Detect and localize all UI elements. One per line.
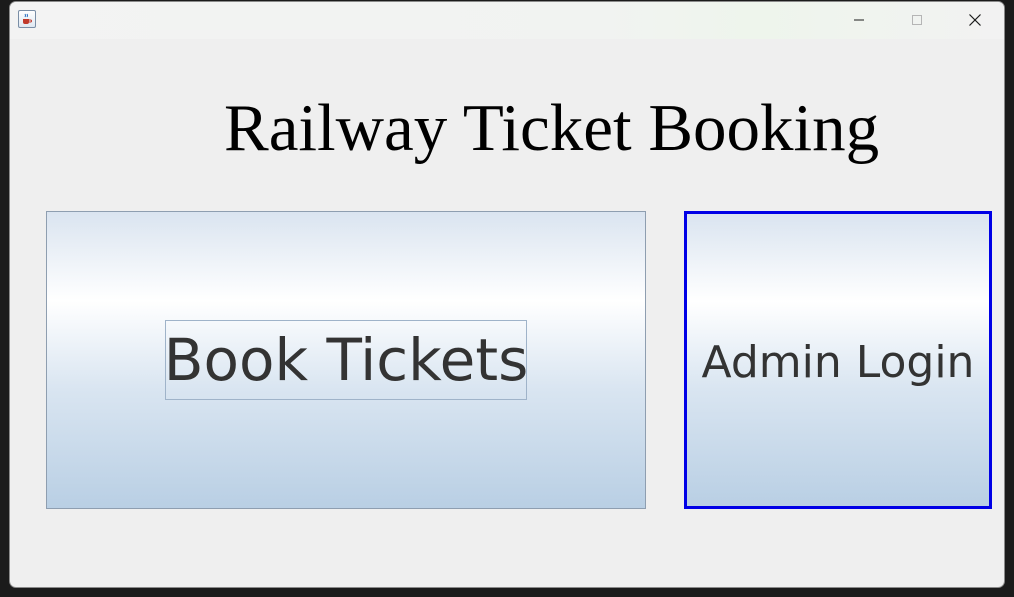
title-bar[interactable] xyxy=(10,2,1004,39)
java-cup-icon[interactable] xyxy=(18,10,36,28)
book-tickets-button[interactable]: Book Tickets xyxy=(46,211,646,509)
page-title: Railway Ticket Booking xyxy=(224,91,880,165)
close-icon xyxy=(969,14,981,26)
minimize-icon xyxy=(854,19,864,21)
admin-login-button[interactable]: Admin Login xyxy=(684,211,992,509)
book-tickets-label: Book Tickets xyxy=(164,320,528,400)
app-window: Railway Ticket Booking Book Tickets Admi… xyxy=(9,1,1005,588)
close-button[interactable] xyxy=(952,2,998,38)
maximize-icon xyxy=(912,15,922,25)
minimize-button[interactable] xyxy=(836,2,882,38)
admin-login-label: Admin Login xyxy=(701,336,975,388)
maximize-button[interactable] xyxy=(894,2,940,38)
